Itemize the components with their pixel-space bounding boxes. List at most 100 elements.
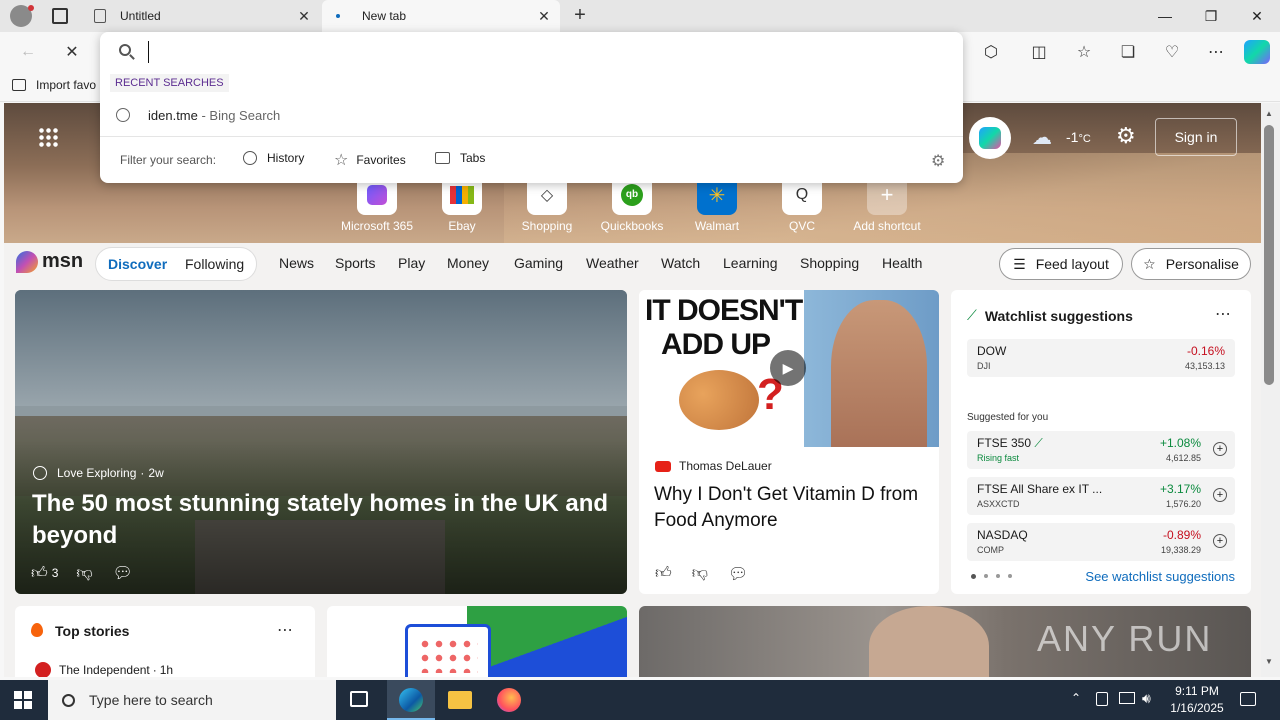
shortcut-shopping[interactable]: ◇ Shopping: [507, 175, 587, 233]
news-photo-card[interactable]: ANY RUN: [639, 606, 1251, 677]
restore-button[interactable]: ❐: [1188, 0, 1234, 32]
settings-gear-icon[interactable]: ⚙: [931, 151, 945, 171]
taskbar-search-box[interactable]: Type here to search: [48, 680, 336, 720]
personalise-button[interactable]: ☆ Personalise: [1131, 248, 1251, 280]
edge-icon: [399, 688, 423, 712]
nav-shopping[interactable]: Shopping: [800, 255, 859, 271]
comment-icon[interactable]: 💬︎: [113, 563, 133, 583]
video-title[interactable]: Why I Don't Get Vitamin D from Food Anym…: [654, 482, 924, 534]
like-icon[interactable]: 👍︎: [655, 564, 672, 584]
main-story-card[interactable]: Love Exploring · 2w The 50 most stunning…: [15, 290, 627, 594]
copilot-icon[interactable]: [1244, 40, 1270, 64]
tab-actions-icon[interactable]: [52, 8, 68, 24]
new-tab-button[interactable]: +: [568, 4, 592, 28]
nav-sports[interactable]: Sports: [335, 255, 375, 271]
stock-name: NASDAQ: [977, 528, 1028, 542]
tray-device-icon[interactable]: [1096, 692, 1108, 706]
recent-search-item[interactable]: iden.tme - Bing Search: [116, 104, 946, 126]
scroll-thumb[interactable]: [1264, 125, 1274, 385]
carousel-dots[interactable]: [971, 574, 1012, 579]
tabs-icon: [435, 152, 450, 164]
comment-icon[interactable]: 💬︎: [728, 564, 748, 584]
stop-loading-icon[interactable]: ✕: [58, 40, 86, 64]
nav-gaming[interactable]: Gaming: [514, 255, 563, 271]
task-view-icon[interactable]: [350, 691, 368, 707]
shortcut-qvc[interactable]: Q QVC: [762, 175, 842, 233]
promo-card[interactable]: [327, 606, 627, 677]
clock-date[interactable]: 1/16/2025: [1164, 701, 1230, 715]
discover-tab[interactable]: Discover: [108, 256, 167, 272]
back-arrow-icon[interactable]: ←: [14, 40, 42, 64]
nav-watch[interactable]: Watch: [661, 255, 700, 271]
shortcut-add[interactable]: + Add shortcut: [847, 175, 927, 233]
collections-icon[interactable]: ❏: [1114, 40, 1142, 64]
shortcut-quickbooks[interactable]: qb Quickbooks: [592, 175, 672, 233]
close-window-button[interactable]: ✕: [1234, 0, 1280, 32]
nav-play[interactable]: Play: [398, 255, 425, 271]
windows-start-icon[interactable]: [14, 691, 32, 709]
shortcut-ebay[interactable]: Ebay: [422, 175, 502, 233]
feed-layout-button[interactable]: ☰ Feed layout: [999, 248, 1123, 280]
story-title[interactable]: The 50 most stunning stately homes in th…: [32, 488, 612, 552]
nav-weather[interactable]: Weather: [586, 255, 639, 271]
extensions-icon[interactable]: ⬡: [977, 40, 1005, 64]
tab-new-tab[interactable]: New tab ✕: [322, 0, 560, 32]
video-story-card[interactable]: IT DOESN'T ADD UP ? ▶ Thomas DeLauer Why…: [639, 290, 939, 594]
filter-favorites[interactable]: ☆ Favorites: [334, 150, 406, 170]
more-menu-icon[interactable]: ⋯: [1202, 40, 1230, 64]
favorites-star-icon[interactable]: ☆: [1070, 40, 1098, 64]
split-screen-icon[interactable]: ◫: [1025, 40, 1053, 64]
apps-grid-icon[interactable]: [38, 127, 58, 147]
firefox-icon[interactable]: [497, 688, 521, 712]
minimize-button[interactable]: —: [1142, 0, 1188, 32]
shortcut-walmart[interactable]: ✳ Walmart: [677, 175, 757, 233]
shortcut-microsoft-365[interactable]: Microsoft 365: [337, 175, 417, 233]
stock-row-ftse-all-share[interactable]: FTSE All Share ex IT ... ASXXCTD +3.17% …: [967, 477, 1235, 515]
like-icon[interactable]: 👍︎: [31, 564, 48, 583]
nav-news[interactable]: News: [279, 255, 314, 271]
add-to-watchlist-icon[interactable]: +: [1213, 442, 1227, 456]
more-options-icon[interactable]: ⋯: [1215, 304, 1231, 324]
add-to-watchlist-icon[interactable]: +: [1213, 488, 1227, 502]
volume-icon[interactable]: 🔊︎: [1142, 690, 1151, 707]
see-watchlist-link[interactable]: See watchlist suggestions: [1085, 569, 1235, 584]
import-label: Import favo: [36, 78, 97, 92]
edge-taskbar-button[interactable]: [387, 680, 435, 720]
scroll-up-arrow[interactable]: ▲: [1265, 109, 1273, 118]
stock-row-dow[interactable]: DOW DJI -0.16% 43,153.13: [967, 339, 1235, 377]
more-options-icon[interactable]: ⋯: [277, 620, 293, 640]
clock-time[interactable]: 9:11 PM: [1164, 684, 1230, 698]
sign-in-button[interactable]: Sign in: [1155, 118, 1237, 156]
page-scrollbar[interactable]: ▲ ▼: [1261, 103, 1280, 677]
filter-tabs[interactable]: Tabs: [435, 151, 485, 165]
nav-money[interactable]: Money: [447, 255, 489, 271]
file-explorer-icon[interactable]: [448, 691, 472, 709]
notifications-icon[interactable]: [1240, 692, 1256, 706]
dot-separator: ·: [152, 663, 157, 677]
dislike-icon[interactable]: 👎︎: [692, 564, 708, 584]
nav-health[interactable]: Health: [882, 255, 922, 271]
network-icon[interactable]: [1119, 692, 1135, 704]
msn-logo[interactable]: msn: [16, 250, 83, 273]
page-settings-gear-icon[interactable]: ⚙: [1116, 123, 1136, 149]
tab-untitled[interactable]: Untitled ✕: [84, 0, 320, 32]
close-tab-icon[interactable]: ✕: [536, 8, 552, 24]
add-to-watchlist-icon[interactable]: +: [1213, 534, 1227, 548]
weather-temp[interactable]: -1°C: [1066, 129, 1091, 145]
dislike-icon[interactable]: 👎︎: [76, 564, 92, 583]
first-story-meta[interactable]: The Independent · 1h: [35, 662, 173, 677]
play-button-icon[interactable]: ▶: [770, 350, 806, 386]
browser-essentials-icon[interactable]: ♡: [1158, 40, 1186, 64]
stock-row-ftse350[interactable]: FTSE 350 ⟋ Rising fast +1.08% 4,612.85 +: [967, 431, 1235, 469]
following-tab[interactable]: Following: [185, 256, 244, 272]
stock-row-nasdaq[interactable]: NASDAQ COMP -0.89% 19,338.29 +: [967, 523, 1235, 561]
address-input[interactable]: [148, 41, 928, 63]
filter-history[interactable]: History: [243, 151, 304, 165]
nav-learning[interactable]: Learning: [723, 255, 778, 271]
tray-chevron-icon[interactable]: ⌃: [1071, 691, 1081, 705]
scroll-down-arrow[interactable]: ▼: [1265, 657, 1273, 666]
close-tab-icon[interactable]: ✕: [296, 8, 312, 24]
top-stories-card: Top stories ⋯ The Independent · 1h: [15, 606, 315, 677]
copilot-badge[interactable]: [969, 117, 1011, 159]
import-favorites-button[interactable]: Import favo: [12, 78, 96, 92]
